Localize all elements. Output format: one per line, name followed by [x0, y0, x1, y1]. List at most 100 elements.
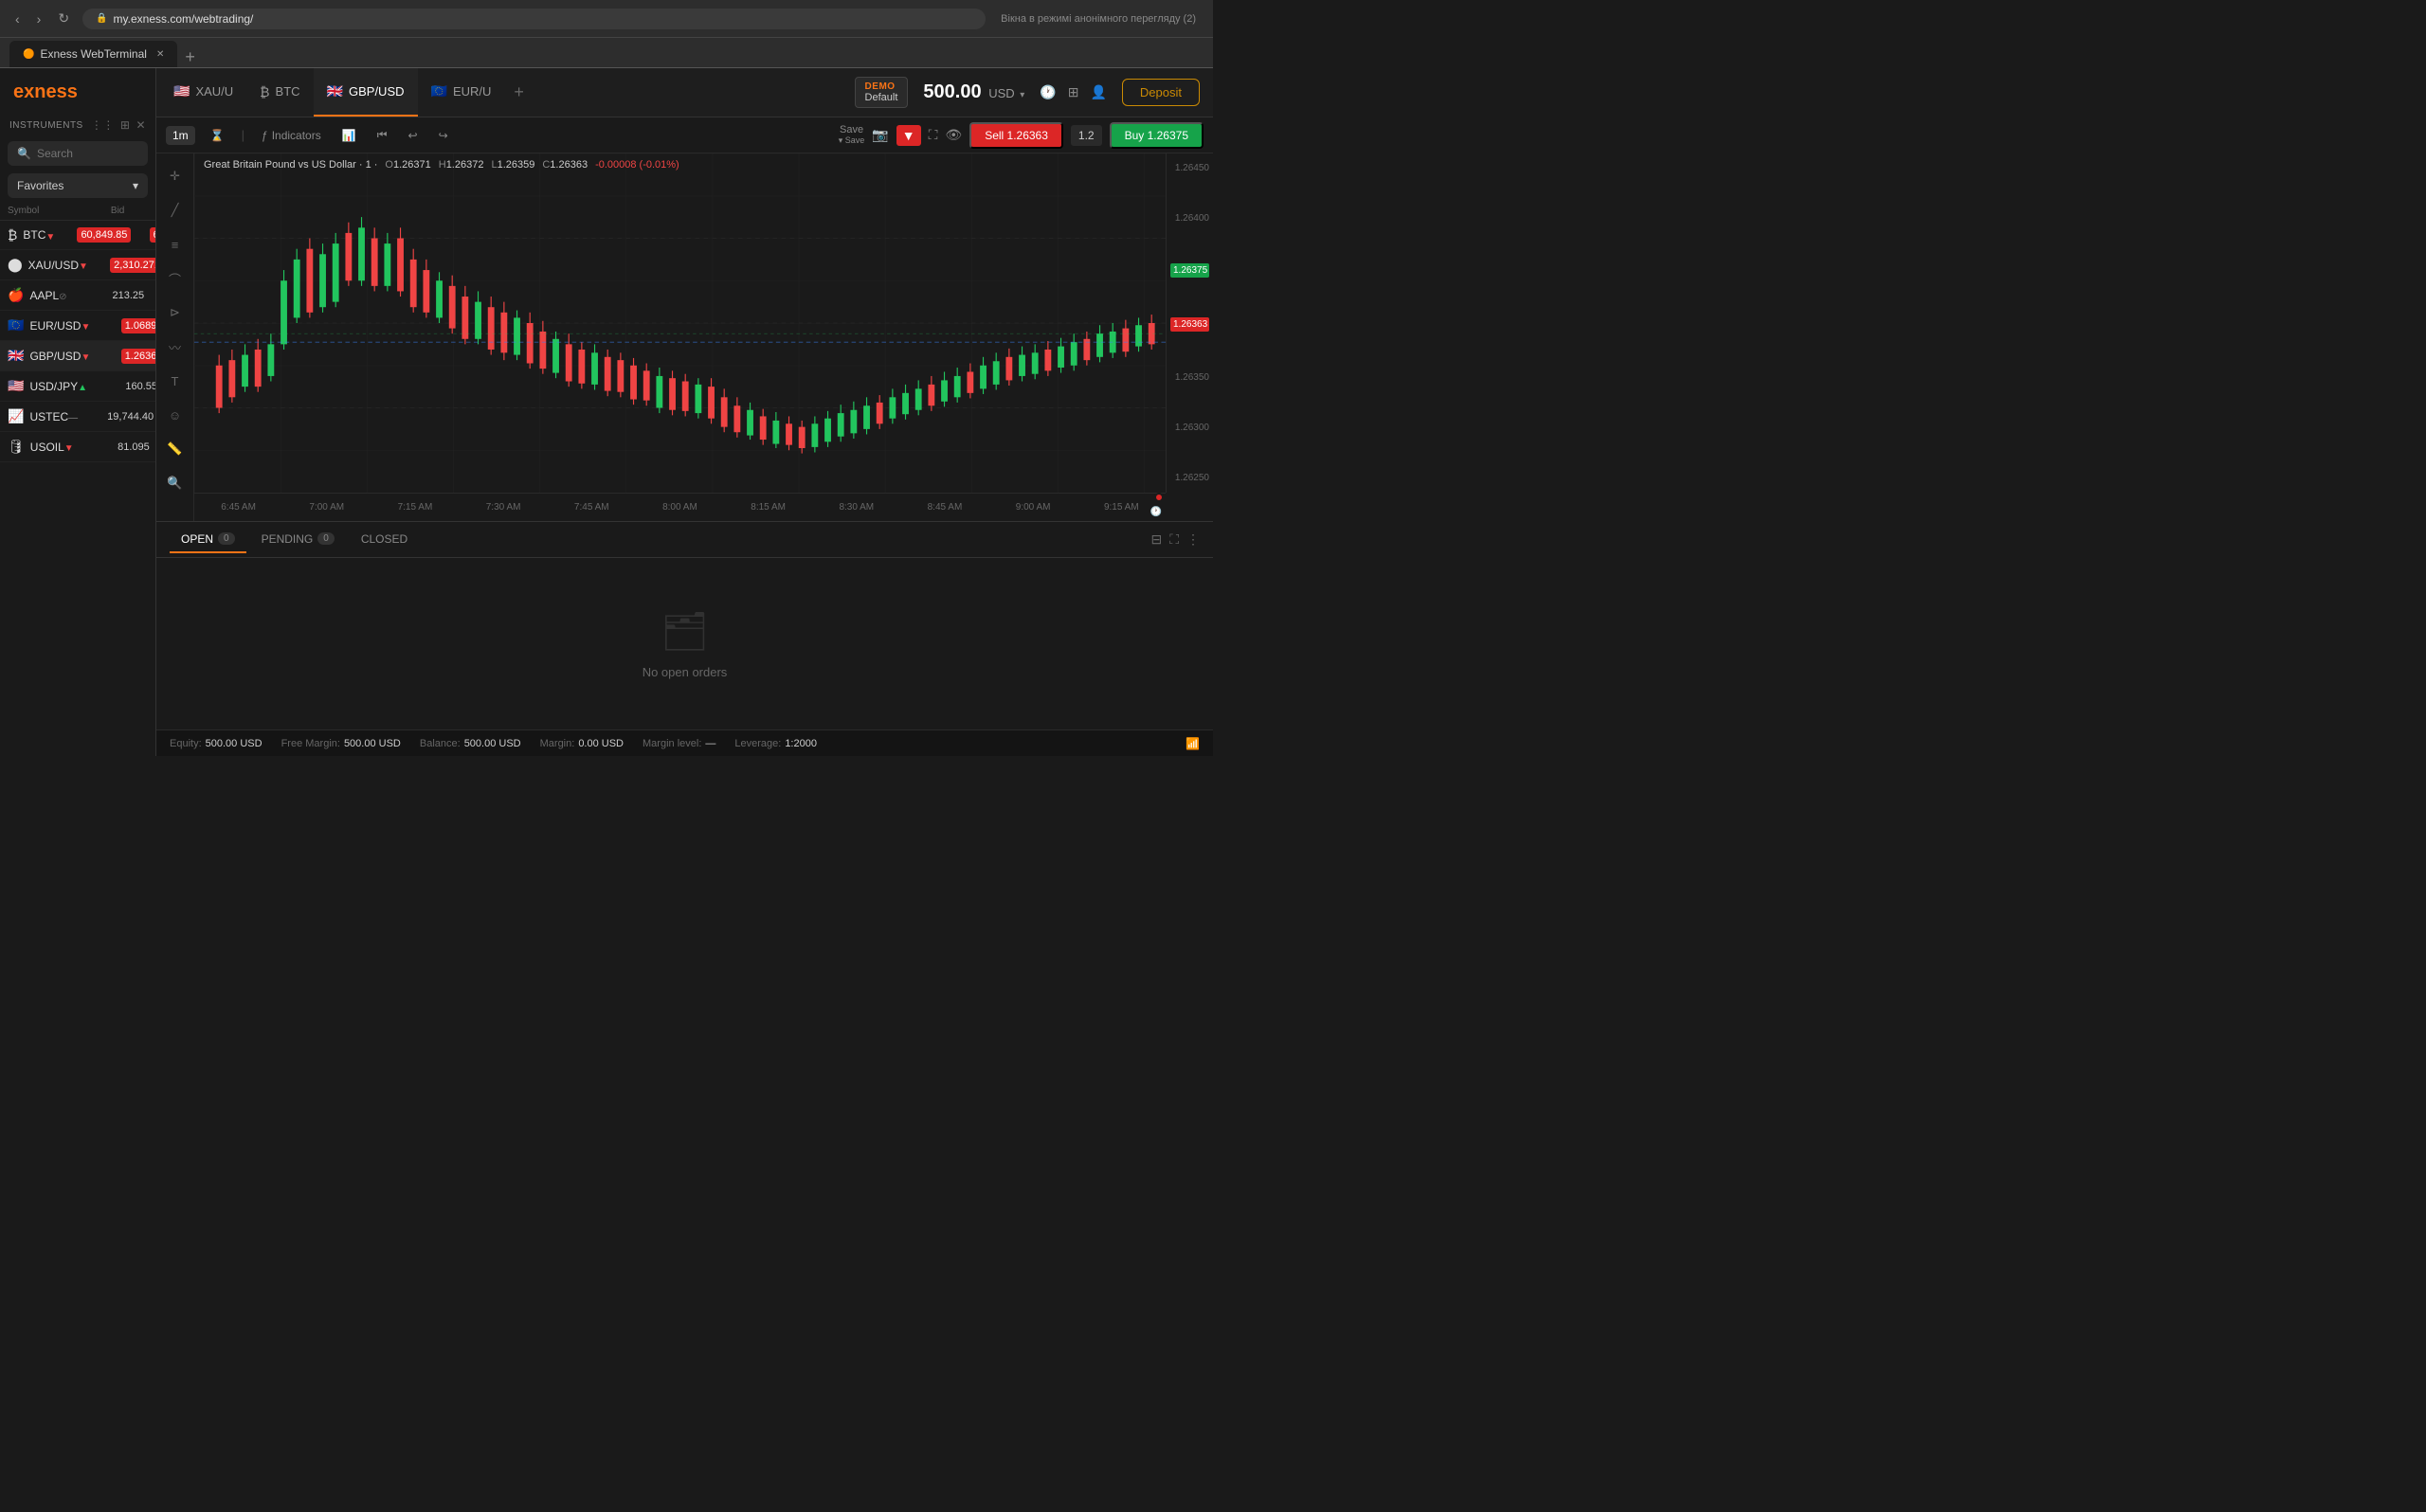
address-bar[interactable]: 🔒 my.exness.com/webtrading/ [82, 9, 986, 29]
trend-line-tool[interactable]: ╱ [162, 197, 189, 224]
demo-badge[interactable]: DEMO Default [855, 77, 909, 108]
bid-cell: 1.26363 [100, 351, 155, 362]
measure-tool[interactable]: 📏 [162, 436, 189, 462]
list-view-icon[interactable]: ⋮⋮ [91, 118, 115, 132]
fullscreen-icon[interactable]: ⛶ [929, 127, 938, 143]
browser-tab-active[interactable]: 🟠 Exness WebTerminal ✕ [9, 41, 177, 67]
indicators-btn[interactable]: ƒ Indicators [256, 126, 327, 145]
status-item: Margin level:— [643, 738, 715, 749]
instrument-row[interactable]: 📈 USTEC — 19,744.40 19,750.3 [0, 402, 155, 432]
instrument-row[interactable]: 🇪🇺 EUR/USD ▼ 1.06891 1.06901 [0, 311, 155, 341]
col-ask: Ask [124, 206, 156, 216]
bid-cell: 213.25 [78, 290, 144, 301]
status-item: Free Margin:500.00 USD [281, 738, 401, 749]
search-box[interactable]: 🔍 [8, 141, 148, 166]
signal-cell: ▼ [64, 440, 83, 454]
fib-tool[interactable]: 〰 [162, 333, 189, 360]
bottom-tab[interactable]: CLOSED [350, 527, 419, 553]
symbol-tab[interactable]: 🇺🇸XAU/U [160, 68, 246, 117]
symbol-flag: ₿ [8, 227, 17, 243]
chart-info-bar: Great Britain Pound vs US Dollar · 1 · O… [204, 159, 679, 171]
bid-cell: 1.06891 [100, 320, 155, 332]
bid-cell: 160.559 [97, 381, 155, 392]
collapse-icon[interactable]: ⊟ [1150, 531, 1162, 548]
bottom-tabs: OPEN0PENDING0CLOSED ⊟ ⛶ ⋮ [156, 522, 1213, 558]
save-label[interactable]: Save [840, 124, 863, 135]
main-area: 🇺🇸XAU/U₿BTC🇬🇧GBP/USD🇪🇺EUR/U + DEMO Defau… [156, 68, 1213, 756]
indicators-label: Indicators [272, 129, 321, 142]
redo-btn[interactable]: ↪ [433, 126, 454, 145]
expand-icon[interactable]: ⛶ [1169, 531, 1179, 548]
status-value: 0.00 USD [578, 738, 624, 749]
grid-icon[interactable]: ⊞ [1068, 84, 1079, 100]
no-orders-icon: 🗂 [661, 609, 709, 654]
undo-btn[interactable]: ↩ [403, 126, 424, 145]
horizontal-lines-tool[interactable]: ≡ [162, 231, 189, 258]
instrument-row[interactable]: ⬤ XAU/USD ▼ 2,310.271 2,310.47 [0, 250, 155, 280]
deposit-button[interactable]: Deposit [1122, 79, 1200, 106]
instrument-row[interactable]: 🛢 USOIL ▼ 81.095 81.114 [0, 432, 155, 462]
status-value: 1:2000 [785, 738, 817, 749]
symbol-name: 🛢 USOIL [8, 439, 64, 455]
reload-btn[interactable]: ↻ [52, 9, 75, 28]
text-tool[interactable]: T [162, 368, 189, 394]
timeframe-picker-icon[interactable]: ⌛ [205, 126, 230, 145]
ask-cell: 81.114 [150, 441, 155, 453]
demo-label: DEMO [865, 81, 898, 92]
tab-close-icon[interactable]: ✕ [156, 49, 164, 60]
regression-tool[interactable]: ⌒ [162, 265, 189, 292]
projection-tool[interactable]: ⊳ [162, 299, 189, 326]
instrument-row[interactable]: ₿ BTC ▼ 60,849.85 60,886.1 [0, 221, 155, 250]
balance-dropdown-icon[interactable]: ▾ [1020, 90, 1024, 100]
symbol-label: GBP/USD [29, 350, 81, 363]
back-btn[interactable]: ‹ [9, 9, 26, 28]
chart-canvas-container[interactable] [194, 153, 1166, 493]
instrument-row[interactable]: 🇬🇧 GBP/USD ▼ 1.26363 1.26375 [0, 341, 155, 371]
bottom-tab[interactable]: PENDING0 [250, 527, 346, 553]
clock-icon[interactable]: 🕐 [1040, 84, 1056, 100]
buy-button[interactable]: Buy 1.26375 [1110, 122, 1204, 149]
favorites-dropdown[interactable]: Favorites ▾ [8, 173, 148, 198]
symbol-name: 🇬🇧 GBP/USD [8, 348, 81, 364]
symbol-tab[interactable]: 🇪🇺EUR/U [418, 68, 505, 117]
sell-button[interactable]: Sell 1.26363 [969, 122, 1063, 149]
chart-type-btn[interactable]: 📊 [336, 126, 362, 145]
balance-display: 500.00 USD ▾ [923, 81, 1024, 103]
add-symbol-tab-btn[interactable]: + [504, 82, 534, 102]
search-input[interactable] [37, 147, 138, 160]
fast-backward-btn[interactable]: ⏮ [371, 125, 393, 145]
bottom-tab[interactable]: OPEN0 [170, 527, 246, 553]
instruments-icons: ⋮⋮ ⊞ ✕ [91, 118, 146, 132]
tab-flag: ₿ [260, 84, 269, 99]
browser-controls: ‹ › ↻ [9, 9, 75, 28]
sidebar-logo: exness [0, 68, 155, 113]
grid-view-icon[interactable]: ⊞ [120, 118, 131, 132]
bottom-tab-label: OPEN [181, 532, 213, 546]
user-icon[interactable]: 👤 [1090, 84, 1106, 100]
symbol-tab[interactable]: ₿BTC [246, 68, 313, 117]
price-level-4: 1.26300 [1170, 423, 1209, 433]
signal-cell: ▼ [79, 258, 98, 272]
chart-time-settings-icon[interactable]: 🕐 [1150, 507, 1162, 517]
lock-icon: 🔒 [96, 13, 107, 24]
more-options-icon[interactable]: ⋮ [1186, 531, 1200, 548]
app-container: exness INSTRUMENTS ⋮⋮ ⊞ ✕ 🔍 Favorites ▾ … [0, 68, 1213, 756]
timeframe-1m[interactable]: 1m [166, 126, 195, 145]
instrument-row[interactable]: 🇺🇸 USD/JPY ▲ 160.559 160.570 [0, 371, 155, 402]
save-dropdown[interactable]: ▾ Save [839, 135, 865, 146]
symbol-name: 📈 USTEC [8, 408, 68, 424]
symbol-tab[interactable]: 🇬🇧GBP/USD [314, 68, 418, 117]
zoom-tool[interactable]: 🔍 [162, 470, 189, 496]
instrument-row[interactable]: 🍎 AAPL ⊘ 213.25 213.34 [0, 280, 155, 311]
crosshair-tool[interactable]: ✛ [162, 163, 189, 189]
emoji-tool[interactable]: ☺ [162, 402, 189, 428]
status-value: 500.00 USD [344, 738, 401, 749]
forward-btn[interactable]: › [31, 9, 47, 28]
wifi-icon: 📶 [1186, 737, 1200, 750]
eye-icon[interactable]: 👁 [945, 127, 962, 143]
close-sidebar-icon[interactable]: ✕ [136, 118, 146, 132]
symbol-flag: 🇬🇧 [8, 348, 24, 364]
new-tab-btn[interactable]: + [177, 47, 203, 67]
alert-icon[interactable]: ▼ [896, 125, 921, 146]
screenshot-icon[interactable]: 📷 [872, 127, 888, 143]
